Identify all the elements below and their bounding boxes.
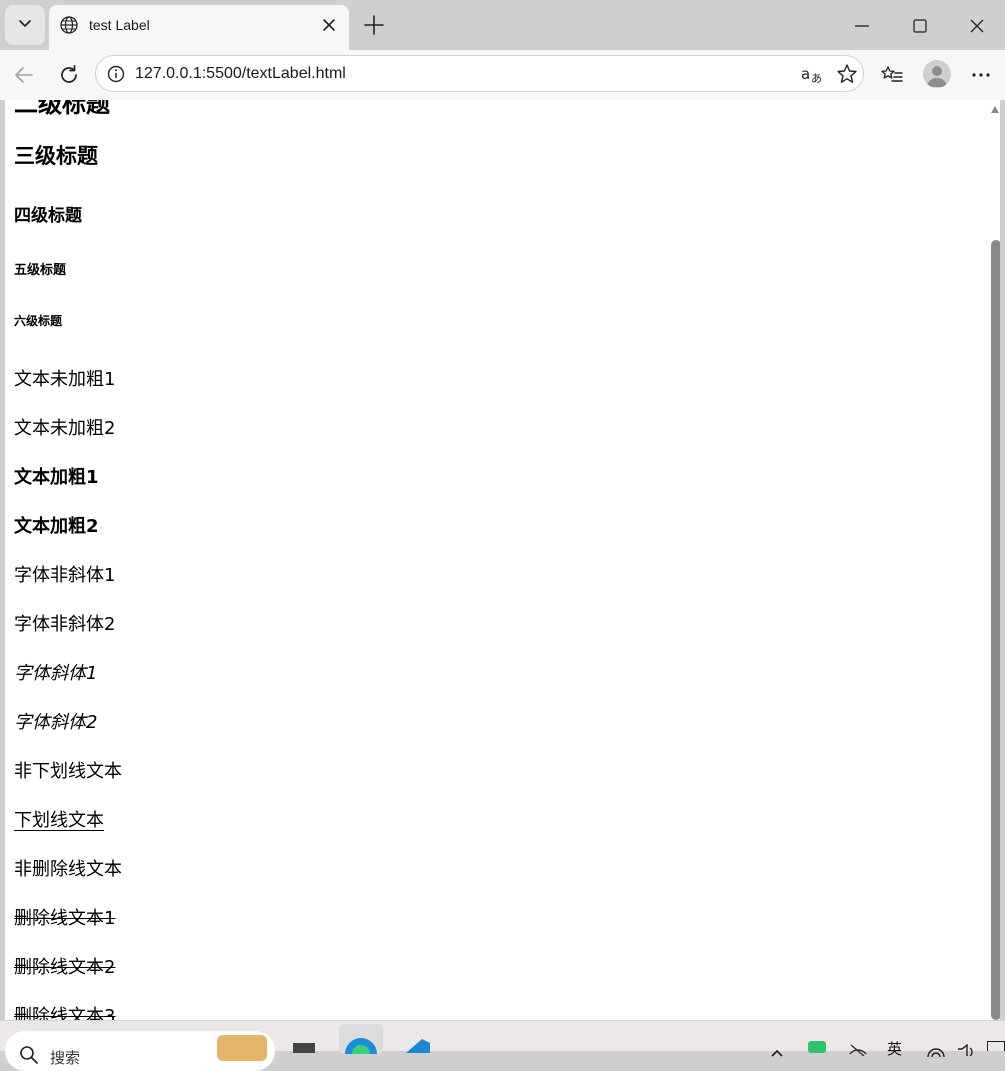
minimize-icon[interactable] [850,14,874,38]
paragraph-normal: 文本未加粗1 [14,369,116,390]
heading-3: 三级标题 [14,144,98,168]
search-icon [19,1045,39,1069]
paragraph-strikethrough: 删除线文本2 [14,957,116,978]
taskbar-search-placeholder: 搜索 [50,1049,81,1067]
paragraph-italic: 字体斜体2 [14,712,98,733]
paragraph-strikethrough: 删除线文本3 [14,1006,116,1020]
paragraph-normal: 文本未加粗2 [14,418,116,439]
scroll-up-arrow-icon[interactable] [991,106,999,113]
paragraph-non-strikethrough: 非删除线文本 [14,859,122,880]
browser-tab[interactable]: test Label [49,5,349,50]
url-text: 127.0.0.1:5500/textLabel.html [135,65,346,82]
close-tab-icon[interactable] [319,15,339,35]
info-icon[interactable] [104,62,128,86]
wifi-icon[interactable] [926,1042,946,1066]
window-close-icon[interactable] [965,14,989,38]
page-viewport[interactable]: 二级标题 三级标题 四级标题 五级标题 六级标题 文本未加粗1 文本未加粗2 文… [5,100,1000,1020]
globe-icon [59,15,79,35]
paragraph-non-underline: 非下划线文本 [14,761,122,782]
vscode-app-icon[interactable] [402,1033,434,1057]
paragraph-italic: 字体斜体1 [14,663,98,684]
plus-icon[interactable] [362,13,386,37]
heading-6: 六级标题 [14,314,63,328]
paragraph-bold: 文本加粗2 [14,516,99,537]
os-taskbar: 搜索 英 [0,1020,1005,1071]
network-off-icon[interactable] [848,1041,868,1060]
heading-4: 四级标题 [14,206,82,226]
chevron-down-icon [17,15,33,35]
svg-text:あ: あ [811,72,822,85]
paragraph-non-italic: 字体非斜体2 [14,614,116,635]
search-highlight-icon [217,1035,267,1061]
vertical-scrollbar[interactable] [990,100,1000,1020]
heading-2: 二级标题 [14,100,110,118]
language-indicator[interactable]: 英 [887,1038,902,1059]
favorites-list-icon[interactable] [880,63,904,87]
paragraph-bold: 文本加粗1 [14,467,99,488]
svg-text:a: a [801,65,810,83]
maximize-icon[interactable] [908,14,932,38]
more-icon[interactable] [969,63,993,87]
tab-actions-button[interactable] [5,5,45,45]
arrow-left-icon[interactable] [12,63,36,87]
chat-app-tray-icon[interactable] [808,1041,826,1053]
address-bar[interactable]: 127.0.0.1:5500/textLabel.html a あ [95,55,864,92]
paragraph-non-italic: 字体非斜体1 [14,565,116,586]
heading-5: 五级标题 [14,263,67,278]
refresh-icon[interactable] [57,63,81,87]
chevron-up-icon[interactable] [770,1043,784,1062]
paragraph-strikethrough: 删除线文本1 [14,908,116,929]
translate-icon[interactable]: a あ [800,62,824,86]
taskbar-search[interactable]: 搜索 [5,1031,275,1071]
volume-icon[interactable] [956,1041,976,1060]
tab-title: test Label [89,17,150,33]
paragraph-underline: 下划线文本 [14,810,104,831]
scroll-thumb[interactable] [991,240,1000,1020]
avatar-icon[interactable] [923,60,951,88]
tab-strip: test Label [0,0,1005,50]
star-icon[interactable] [835,62,859,86]
task-view-icon[interactable] [293,1043,315,1053]
browser-toolbar: 127.0.0.1:5500/textLabel.html a あ [0,50,1005,100]
